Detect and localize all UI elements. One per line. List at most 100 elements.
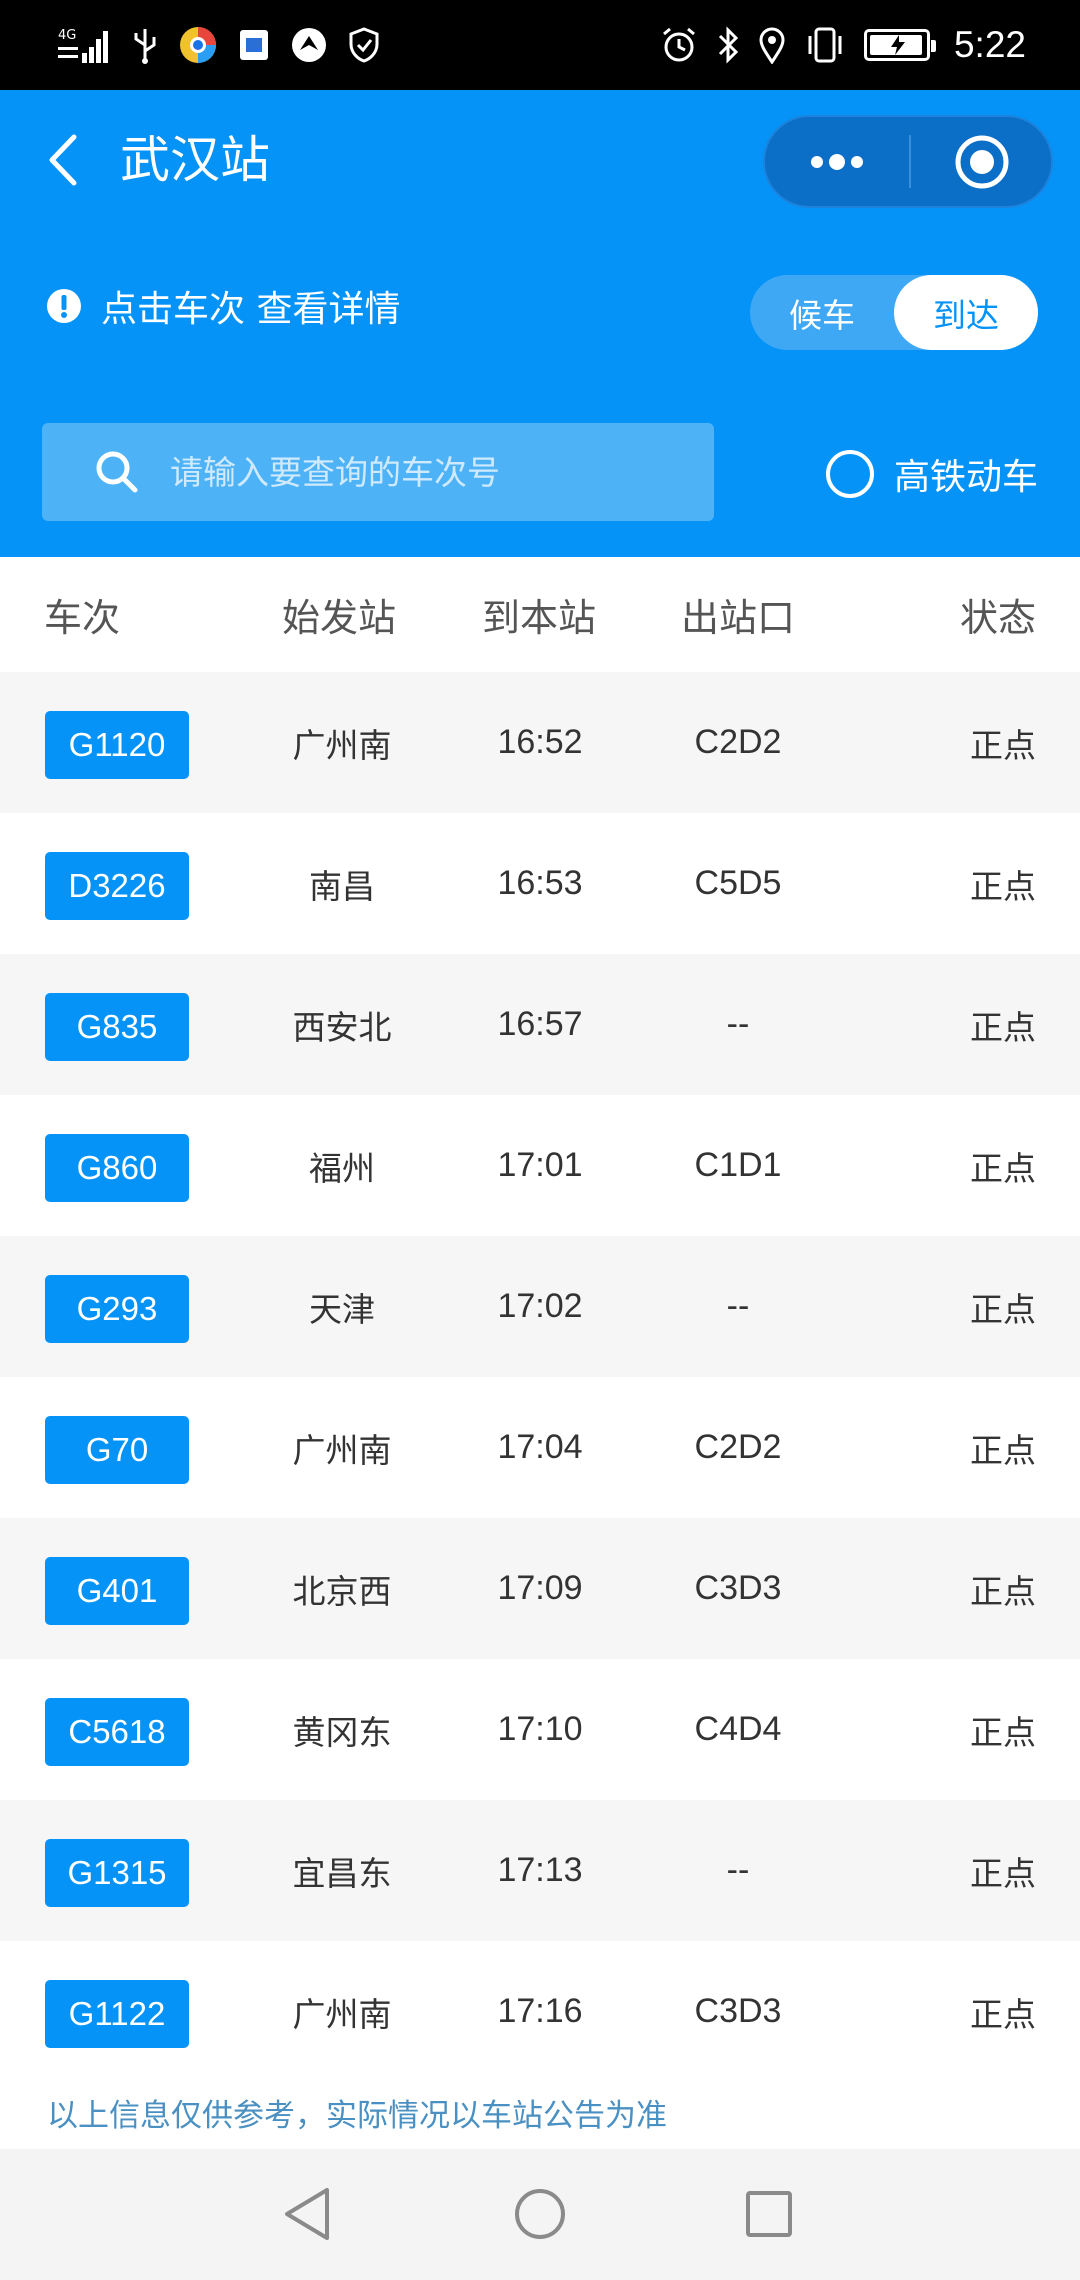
info-alert-icon [47,289,81,323]
search-icon [94,449,140,499]
header: 武汉站 点击车次 查看详情 候车 到达 请输入要查询的车次号 高铁动车 [0,90,1080,557]
table-row[interactable]: G835 西安北 16:57 -- 正点 [0,954,1080,1095]
origin-station: 黄冈东 [292,1712,392,1752]
exit-gate: C2D2 [694,1428,782,1466]
status-text: 正点 [970,1007,1036,1047]
train-number-badge[interactable]: C5618 [45,1698,189,1766]
origin-station: 广州南 [292,1430,392,1470]
train-number-badge[interactable]: D3226 [45,852,189,920]
shield-icon [348,27,380,63]
exit-gate: C3D3 [694,1569,782,1607]
hint: 点击车次 查看详情 [45,280,400,332]
status-text: 正点 [970,866,1036,906]
hsr-filter-label: 高铁动车 [894,457,1039,498]
table-row[interactable]: G70 广州南 17:04 C2D2 正点 [0,1377,1080,1518]
origin-station: 广州南 [292,725,392,765]
clock: 5:22 [953,24,1026,65]
table-row[interactable]: D3226 南昌 16:53 C5D5 正点 [0,813,1080,954]
square-recents-icon [746,2191,792,2237]
back-button[interactable] [38,125,88,195]
nav-recents-button[interactable] [734,2179,804,2249]
train-number-search-input[interactable] [168,423,688,521]
wait-arrive-toggle: 候车 到达 [750,275,1038,350]
arrival-time: 17:02 [497,1287,583,1325]
column-header-origin: 始发站 [282,596,397,640]
origin-station: 广州南 [292,1994,392,2034]
svg-text:4G: 4G [58,28,76,43]
hsr-filter-radio[interactable] [826,450,874,498]
nav-back-button[interactable] [272,2179,342,2249]
browser-app-icon [178,25,218,65]
bluetooth-icon [716,26,740,64]
arrival-time: 17:16 [497,1992,583,2030]
table-row[interactable]: C5618 黄冈东 17:10 C4D4 正点 [0,1659,1080,1800]
tab-waiting[interactable]: 候车 [750,275,894,350]
battery-icon [863,29,936,61]
sim-card-icon [238,28,270,62]
table-row[interactable]: G1122 广州南 17:16 C3D3 正点 [0,1941,1080,2082]
exit-gate: C3D3 [694,1992,782,2030]
signal-icon: 4G [58,25,112,65]
more-button[interactable] [765,117,909,206]
vibrate-icon [804,26,846,64]
arrival-time: 16:52 [497,723,583,761]
exit-gate: C5D5 [694,864,782,902]
disclaimer-text: 以上信息仅供参考，实际情况以车站公告为准 [47,2098,667,2134]
status-text: 正点 [970,1712,1036,1752]
usb-icon [132,25,158,65]
train-list: G1120 广州南 16:52 C2D2 正点 D3226 南昌 16:53 C… [0,672,1080,2082]
exit-gate: -- [726,1851,750,1889]
chevron-left-icon [49,134,77,186]
table-row[interactable]: G860 福州 17:01 C1D1 正点 [0,1095,1080,1236]
column-header-train: 车次 [44,596,121,640]
tab-arrival[interactable]: 到达 [894,275,1038,350]
table-row[interactable]: G401 北京西 17:09 C3D3 正点 [0,1518,1080,1659]
arrival-time: 16:57 [497,1005,583,1043]
status-text: 正点 [970,1853,1036,1893]
column-header-exit: 出站口 [681,596,796,640]
arrival-time: 17:10 [497,1710,583,1748]
arrival-time: 16:53 [497,864,583,902]
close-mini-program-button[interactable] [911,117,1053,206]
status-text: 正点 [970,1148,1036,1188]
train-number-badge[interactable]: G401 [45,1557,189,1625]
exit-gate: C2D2 [694,723,782,761]
exit-gate: C1D1 [694,1146,782,1184]
train-number-badge[interactable]: G860 [45,1134,189,1202]
search-box [42,423,714,521]
column-header-arrival: 到本站 [482,596,597,640]
status-text: 正点 [970,1430,1036,1470]
table-header: 车次 始发站 到本站 出站口 状态 [0,557,1080,672]
train-number-badge[interactable]: G1315 [45,1839,189,1907]
table-row[interactable]: G293 天津 17:02 -- 正点 [0,1236,1080,1377]
status-text: 正点 [970,1571,1036,1611]
page-title: 武汉站 [120,131,270,189]
table-row[interactable]: G1120 广州南 16:52 C2D2 正点 [0,672,1080,813]
arrival-time: 17:04 [497,1428,583,1466]
exit-gate: -- [726,1287,750,1325]
exit-gate: C4D4 [694,1710,782,1748]
train-number-badge[interactable]: G293 [45,1275,189,1343]
status-bar: 4G 5:22 [0,0,1080,90]
triangle-back-icon [285,2188,329,2240]
mini-program-capsule [763,115,1053,208]
train-number-badge[interactable]: G835 [45,993,189,1061]
arrival-time: 17:13 [497,1851,583,1889]
arrival-time: 17:01 [497,1146,583,1184]
origin-station: 宜昌东 [292,1853,392,1893]
hint-text: 点击车次 查看详情 [101,289,401,330]
train-number-badge[interactable]: G1120 [45,711,189,779]
origin-station: 天津 [309,1289,375,1329]
nav-home-button[interactable] [505,2179,575,2249]
table-row[interactable]: G1315 宜昌东 17:13 -- 正点 [0,1800,1080,1941]
train-number-badge[interactable]: G1122 [45,1980,189,2048]
status-text: 正点 [970,1994,1036,2034]
circle-home-icon [515,2189,565,2239]
status-text: 正点 [970,1289,1036,1329]
status-bar-right: 5:22 [660,18,1026,72]
origin-station: 南昌 [309,866,375,906]
train-number-badge[interactable]: G70 [45,1416,189,1484]
arrival-time: 17:09 [497,1569,583,1607]
status-bar-left: 4G [58,18,380,72]
hsr-filter-toggle[interactable]: 高铁动车 [826,448,1038,500]
